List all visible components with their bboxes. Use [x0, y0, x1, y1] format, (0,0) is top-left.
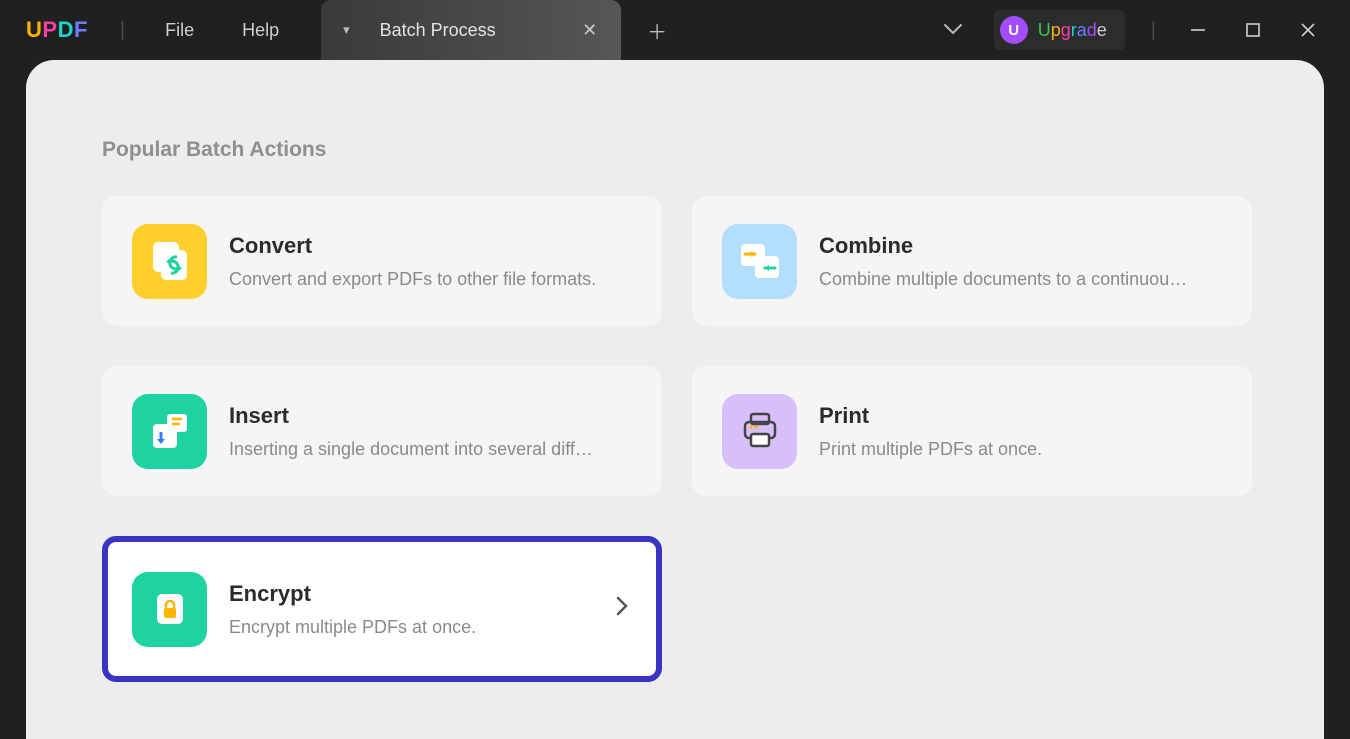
card-desc: Combine multiple documents to a continuo…: [819, 269, 1189, 290]
card-encrypt[interactable]: Encrypt Encrypt multiple PDFs at once.: [102, 536, 662, 682]
section-title: Popular Batch Actions: [102, 138, 1252, 162]
close-icon[interactable]: [1300, 22, 1316, 38]
combine-icon: [722, 224, 797, 299]
print-icon: [722, 394, 797, 469]
convert-icon: [132, 224, 207, 299]
tab-dropdown-icon[interactable]: ▾: [343, 22, 350, 38]
divider: |: [1151, 19, 1156, 42]
card-desc: Print multiple PDFs at once.: [819, 439, 1189, 460]
card-insert[interactable]: Insert Inserting a single document into …: [102, 366, 662, 496]
main-panel: Popular Batch Actions Convert Co: [26, 60, 1324, 739]
chevron-right-icon: [616, 596, 628, 622]
titlebar: UPDF | File Help ▾ Batch Process ✕ ＋ U U…: [0, 0, 1350, 60]
card-desc: Encrypt multiple PDFs at once.: [229, 617, 594, 638]
card-title: Insert: [229, 403, 632, 429]
avatar: U: [1000, 16, 1028, 44]
card-desc: Convert and export PDFs to other file fo…: [229, 269, 599, 290]
divider: |: [120, 19, 125, 42]
menu-help[interactable]: Help: [242, 20, 279, 41]
card-title: Encrypt: [229, 581, 594, 607]
maximize-icon[interactable]: [1246, 23, 1260, 37]
card-title: Convert: [229, 233, 632, 259]
minimize-icon[interactable]: [1190, 22, 1206, 38]
upgrade-button[interactable]: U Upgrade: [994, 10, 1125, 50]
app-logo: UPDF: [26, 17, 88, 43]
close-tab-icon[interactable]: ✕: [582, 20, 597, 41]
tab-title: Batch Process: [345, 20, 530, 41]
tab-batch-process[interactable]: ▾ Batch Process ✕: [321, 0, 621, 60]
card-title: Combine: [819, 233, 1222, 259]
card-convert[interactable]: Convert Convert and export PDFs to other…: [102, 196, 662, 326]
tabs-overflow-icon[interactable]: [944, 20, 962, 41]
card-title: Print: [819, 403, 1222, 429]
upgrade-label: Upgrade: [1038, 20, 1107, 41]
encrypt-icon: [132, 572, 207, 647]
menu-file[interactable]: File: [165, 20, 194, 41]
insert-icon: [132, 394, 207, 469]
batch-actions-grid: Convert Convert and export PDFs to other…: [102, 196, 1252, 682]
card-desc: Inserting a single document into several…: [229, 439, 599, 460]
window-controls: [1190, 22, 1316, 38]
new-tab-button[interactable]: ＋: [647, 16, 667, 45]
card-print[interactable]: Print Print multiple PDFs at once.: [692, 366, 1252, 496]
card-combine[interactable]: Combine Combine multiple documents to a …: [692, 196, 1252, 326]
